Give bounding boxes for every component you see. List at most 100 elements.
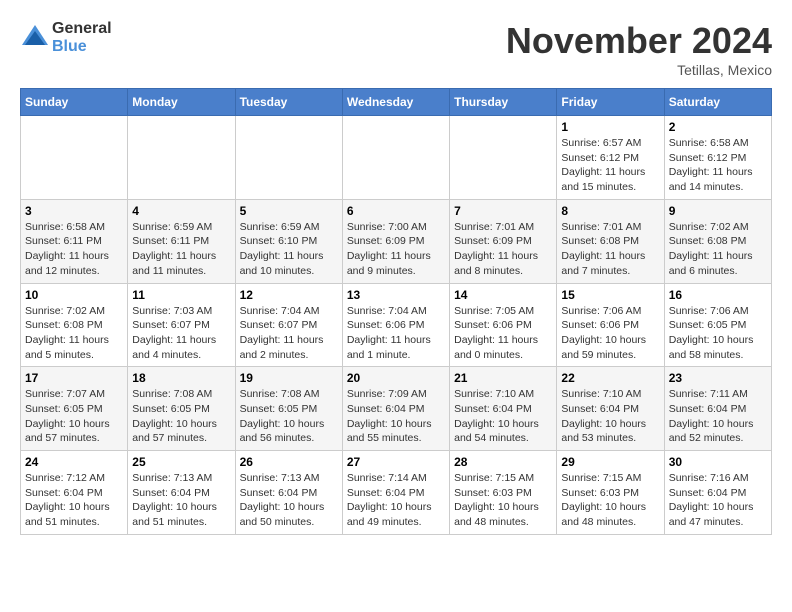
calendar-cell: 1 Sunrise: 6:57 AMSunset: 6:12 PMDaylight… bbox=[557, 116, 664, 200]
day-info: Sunrise: 7:01 AMSunset: 6:08 PMDaylight:… bbox=[561, 220, 659, 279]
day-info: Sunrise: 6:57 AMSunset: 6:12 PMDaylight:… bbox=[561, 136, 659, 195]
day-number: 2 bbox=[669, 120, 767, 134]
day-info: Sunrise: 7:10 AMSunset: 6:04 PMDaylight:… bbox=[561, 387, 659, 446]
day-info: Sunrise: 7:16 AMSunset: 6:04 PMDaylight:… bbox=[669, 471, 767, 530]
day-info: Sunrise: 7:06 AMSunset: 6:05 PMDaylight:… bbox=[669, 304, 767, 363]
logo: General Blue bbox=[20, 20, 112, 56]
day-number: 1 bbox=[561, 120, 659, 134]
column-header-thursday: Thursday bbox=[450, 89, 557, 116]
day-info: Sunrise: 7:02 AMSunset: 6:08 PMDaylight:… bbox=[25, 304, 123, 363]
column-header-monday: Monday bbox=[128, 89, 235, 116]
day-info: Sunrise: 7:04 AMSunset: 6:06 PMDaylight:… bbox=[347, 304, 445, 363]
day-number: 19 bbox=[240, 371, 338, 385]
day-info: Sunrise: 7:05 AMSunset: 6:06 PMDaylight:… bbox=[454, 304, 552, 363]
day-info: Sunrise: 6:59 AMSunset: 6:11 PMDaylight:… bbox=[132, 220, 230, 279]
location-subtitle: Tetillas, Mexico bbox=[506, 62, 772, 78]
calendar-cell bbox=[450, 116, 557, 200]
calendar-cell: 4 Sunrise: 6:59 AMSunset: 6:11 PMDaylight… bbox=[128, 199, 235, 283]
day-number: 27 bbox=[347, 455, 445, 469]
page-header: General Blue November 2024 Tetillas, Mex… bbox=[20, 20, 772, 78]
day-info: Sunrise: 7:09 AMSunset: 6:04 PMDaylight:… bbox=[347, 387, 445, 446]
calendar-cell: 20Sunrise: 7:09 AMSunset: 6:04 PMDayligh… bbox=[342, 367, 449, 451]
calendar-cell: 9 Sunrise: 7:02 AMSunset: 6:08 PMDaylight… bbox=[664, 199, 771, 283]
day-info: Sunrise: 6:58 AMSunset: 6:11 PMDaylight:… bbox=[25, 220, 123, 279]
day-number: 25 bbox=[132, 455, 230, 469]
title-block: November 2024 Tetillas, Mexico bbox=[506, 20, 772, 78]
calendar-cell: 15Sunrise: 7:06 AMSunset: 6:06 PMDayligh… bbox=[557, 283, 664, 367]
day-number: 13 bbox=[347, 288, 445, 302]
day-number: 11 bbox=[132, 288, 230, 302]
day-number: 10 bbox=[25, 288, 123, 302]
calendar-cell: 13 Sunrise: 7:04 AMSunset: 6:06 PMDayligh… bbox=[342, 283, 449, 367]
day-info: Sunrise: 7:08 AMSunset: 6:05 PMDaylight:… bbox=[132, 387, 230, 446]
day-info: Sunrise: 7:06 AMSunset: 6:06 PMDaylight:… bbox=[561, 304, 659, 363]
calendar-week-row: 17Sunrise: 7:07 AMSunset: 6:05 PMDayligh… bbox=[21, 367, 772, 451]
column-header-wednesday: Wednesday bbox=[342, 89, 449, 116]
day-number: 18 bbox=[132, 371, 230, 385]
calendar-cell: 26 Sunrise: 7:13 AMSunset: 6:04 PMDayligh… bbox=[235, 451, 342, 535]
day-number: 8 bbox=[561, 204, 659, 218]
day-info: Sunrise: 7:08 AMSunset: 6:05 PMDaylight:… bbox=[240, 387, 338, 446]
day-number: 5 bbox=[240, 204, 338, 218]
day-info: Sunrise: 7:14 AMSunset: 6:04 PMDaylight:… bbox=[347, 471, 445, 530]
calendar-cell: 6 Sunrise: 7:00 AMSunset: 6:09 PMDaylight… bbox=[342, 199, 449, 283]
day-info: Sunrise: 7:12 AMSunset: 6:04 PMDaylight:… bbox=[25, 471, 123, 530]
day-number: 24 bbox=[25, 455, 123, 469]
day-info: Sunrise: 7:15 AMSunset: 6:03 PMDaylight:… bbox=[454, 471, 552, 530]
calendar-cell: 3 Sunrise: 6:58 AMSunset: 6:11 PMDaylight… bbox=[21, 199, 128, 283]
calendar-week-row: 10 Sunrise: 7:02 AMSunset: 6:08 PMDayligh… bbox=[21, 283, 772, 367]
day-number: 21 bbox=[454, 371, 552, 385]
day-number: 16 bbox=[669, 288, 767, 302]
month-title: November 2024 bbox=[506, 20, 772, 62]
calendar-cell bbox=[342, 116, 449, 200]
day-number: 7 bbox=[454, 204, 552, 218]
calendar-cell: 30 Sunrise: 7:16 AMSunset: 6:04 PMDayligh… bbox=[664, 451, 771, 535]
calendar-cell: 19 Sunrise: 7:08 AMSunset: 6:05 PMDayligh… bbox=[235, 367, 342, 451]
calendar-cell: 10 Sunrise: 7:02 AMSunset: 6:08 PMDayligh… bbox=[21, 283, 128, 367]
calendar-cell: 7 Sunrise: 7:01 AMSunset: 6:09 PMDaylight… bbox=[450, 199, 557, 283]
calendar-table: SundayMondayTuesdayWednesdayThursdayFrid… bbox=[20, 88, 772, 535]
day-info: Sunrise: 7:00 AMSunset: 6:09 PMDaylight:… bbox=[347, 220, 445, 279]
calendar-cell: 24 Sunrise: 7:12 AMSunset: 6:04 PMDayligh… bbox=[21, 451, 128, 535]
calendar-cell: 17Sunrise: 7:07 AMSunset: 6:05 PMDayligh… bbox=[21, 367, 128, 451]
calendar-cell: 14Sunrise: 7:05 AMSunset: 6:06 PMDayligh… bbox=[450, 283, 557, 367]
calendar-cell: 12 Sunrise: 7:04 AMSunset: 6:07 PMDayligh… bbox=[235, 283, 342, 367]
calendar-cell: 11Sunrise: 7:03 AMSunset: 6:07 PMDayligh… bbox=[128, 283, 235, 367]
calendar-cell: 29Sunrise: 7:15 AMSunset: 6:03 PMDayligh… bbox=[557, 451, 664, 535]
day-number: 26 bbox=[240, 455, 338, 469]
calendar-cell bbox=[128, 116, 235, 200]
day-number: 12 bbox=[240, 288, 338, 302]
calendar-cell: 22 Sunrise: 7:10 AMSunset: 6:04 PMDayligh… bbox=[557, 367, 664, 451]
calendar-week-row: 24 Sunrise: 7:12 AMSunset: 6:04 PMDayligh… bbox=[21, 451, 772, 535]
day-number: 4 bbox=[132, 204, 230, 218]
calendar-cell: 2 Sunrise: 6:58 AMSunset: 6:12 PMDaylight… bbox=[664, 116, 771, 200]
logo-icon bbox=[20, 23, 50, 53]
column-header-sunday: Sunday bbox=[21, 89, 128, 116]
logo-text-line1: General bbox=[52, 20, 112, 38]
calendar-header-row: SundayMondayTuesdayWednesdayThursdayFrid… bbox=[21, 89, 772, 116]
day-info: Sunrise: 6:58 AMSunset: 6:12 PMDaylight:… bbox=[669, 136, 767, 195]
logo-text-line2: Blue bbox=[52, 38, 112, 56]
day-info: Sunrise: 7:13 AMSunset: 6:04 PMDaylight:… bbox=[240, 471, 338, 530]
day-number: 3 bbox=[25, 204, 123, 218]
day-info: Sunrise: 7:04 AMSunset: 6:07 PMDaylight:… bbox=[240, 304, 338, 363]
day-info: Sunrise: 7:02 AMSunset: 6:08 PMDaylight:… bbox=[669, 220, 767, 279]
calendar-cell bbox=[235, 116, 342, 200]
calendar-cell: 27 Sunrise: 7:14 AMSunset: 6:04 PMDayligh… bbox=[342, 451, 449, 535]
day-number: 23 bbox=[669, 371, 767, 385]
day-info: Sunrise: 7:11 AMSunset: 6:04 PMDaylight:… bbox=[669, 387, 767, 446]
day-info: Sunrise: 7:15 AMSunset: 6:03 PMDaylight:… bbox=[561, 471, 659, 530]
day-number: 6 bbox=[347, 204, 445, 218]
day-number: 22 bbox=[561, 371, 659, 385]
column-header-saturday: Saturday bbox=[664, 89, 771, 116]
day-info: Sunrise: 6:59 AMSunset: 6:10 PMDaylight:… bbox=[240, 220, 338, 279]
calendar-cell: 21Sunrise: 7:10 AMSunset: 6:04 PMDayligh… bbox=[450, 367, 557, 451]
calendar-week-row: 3 Sunrise: 6:58 AMSunset: 6:11 PMDaylight… bbox=[21, 199, 772, 283]
day-number: 9 bbox=[669, 204, 767, 218]
day-info: Sunrise: 7:01 AMSunset: 6:09 PMDaylight:… bbox=[454, 220, 552, 279]
day-info: Sunrise: 7:13 AMSunset: 6:04 PMDaylight:… bbox=[132, 471, 230, 530]
column-header-friday: Friday bbox=[557, 89, 664, 116]
calendar-cell: 25 Sunrise: 7:13 AMSunset: 6:04 PMDayligh… bbox=[128, 451, 235, 535]
day-number: 30 bbox=[669, 455, 767, 469]
calendar-cell: 23 Sunrise: 7:11 AMSunset: 6:04 PMDayligh… bbox=[664, 367, 771, 451]
